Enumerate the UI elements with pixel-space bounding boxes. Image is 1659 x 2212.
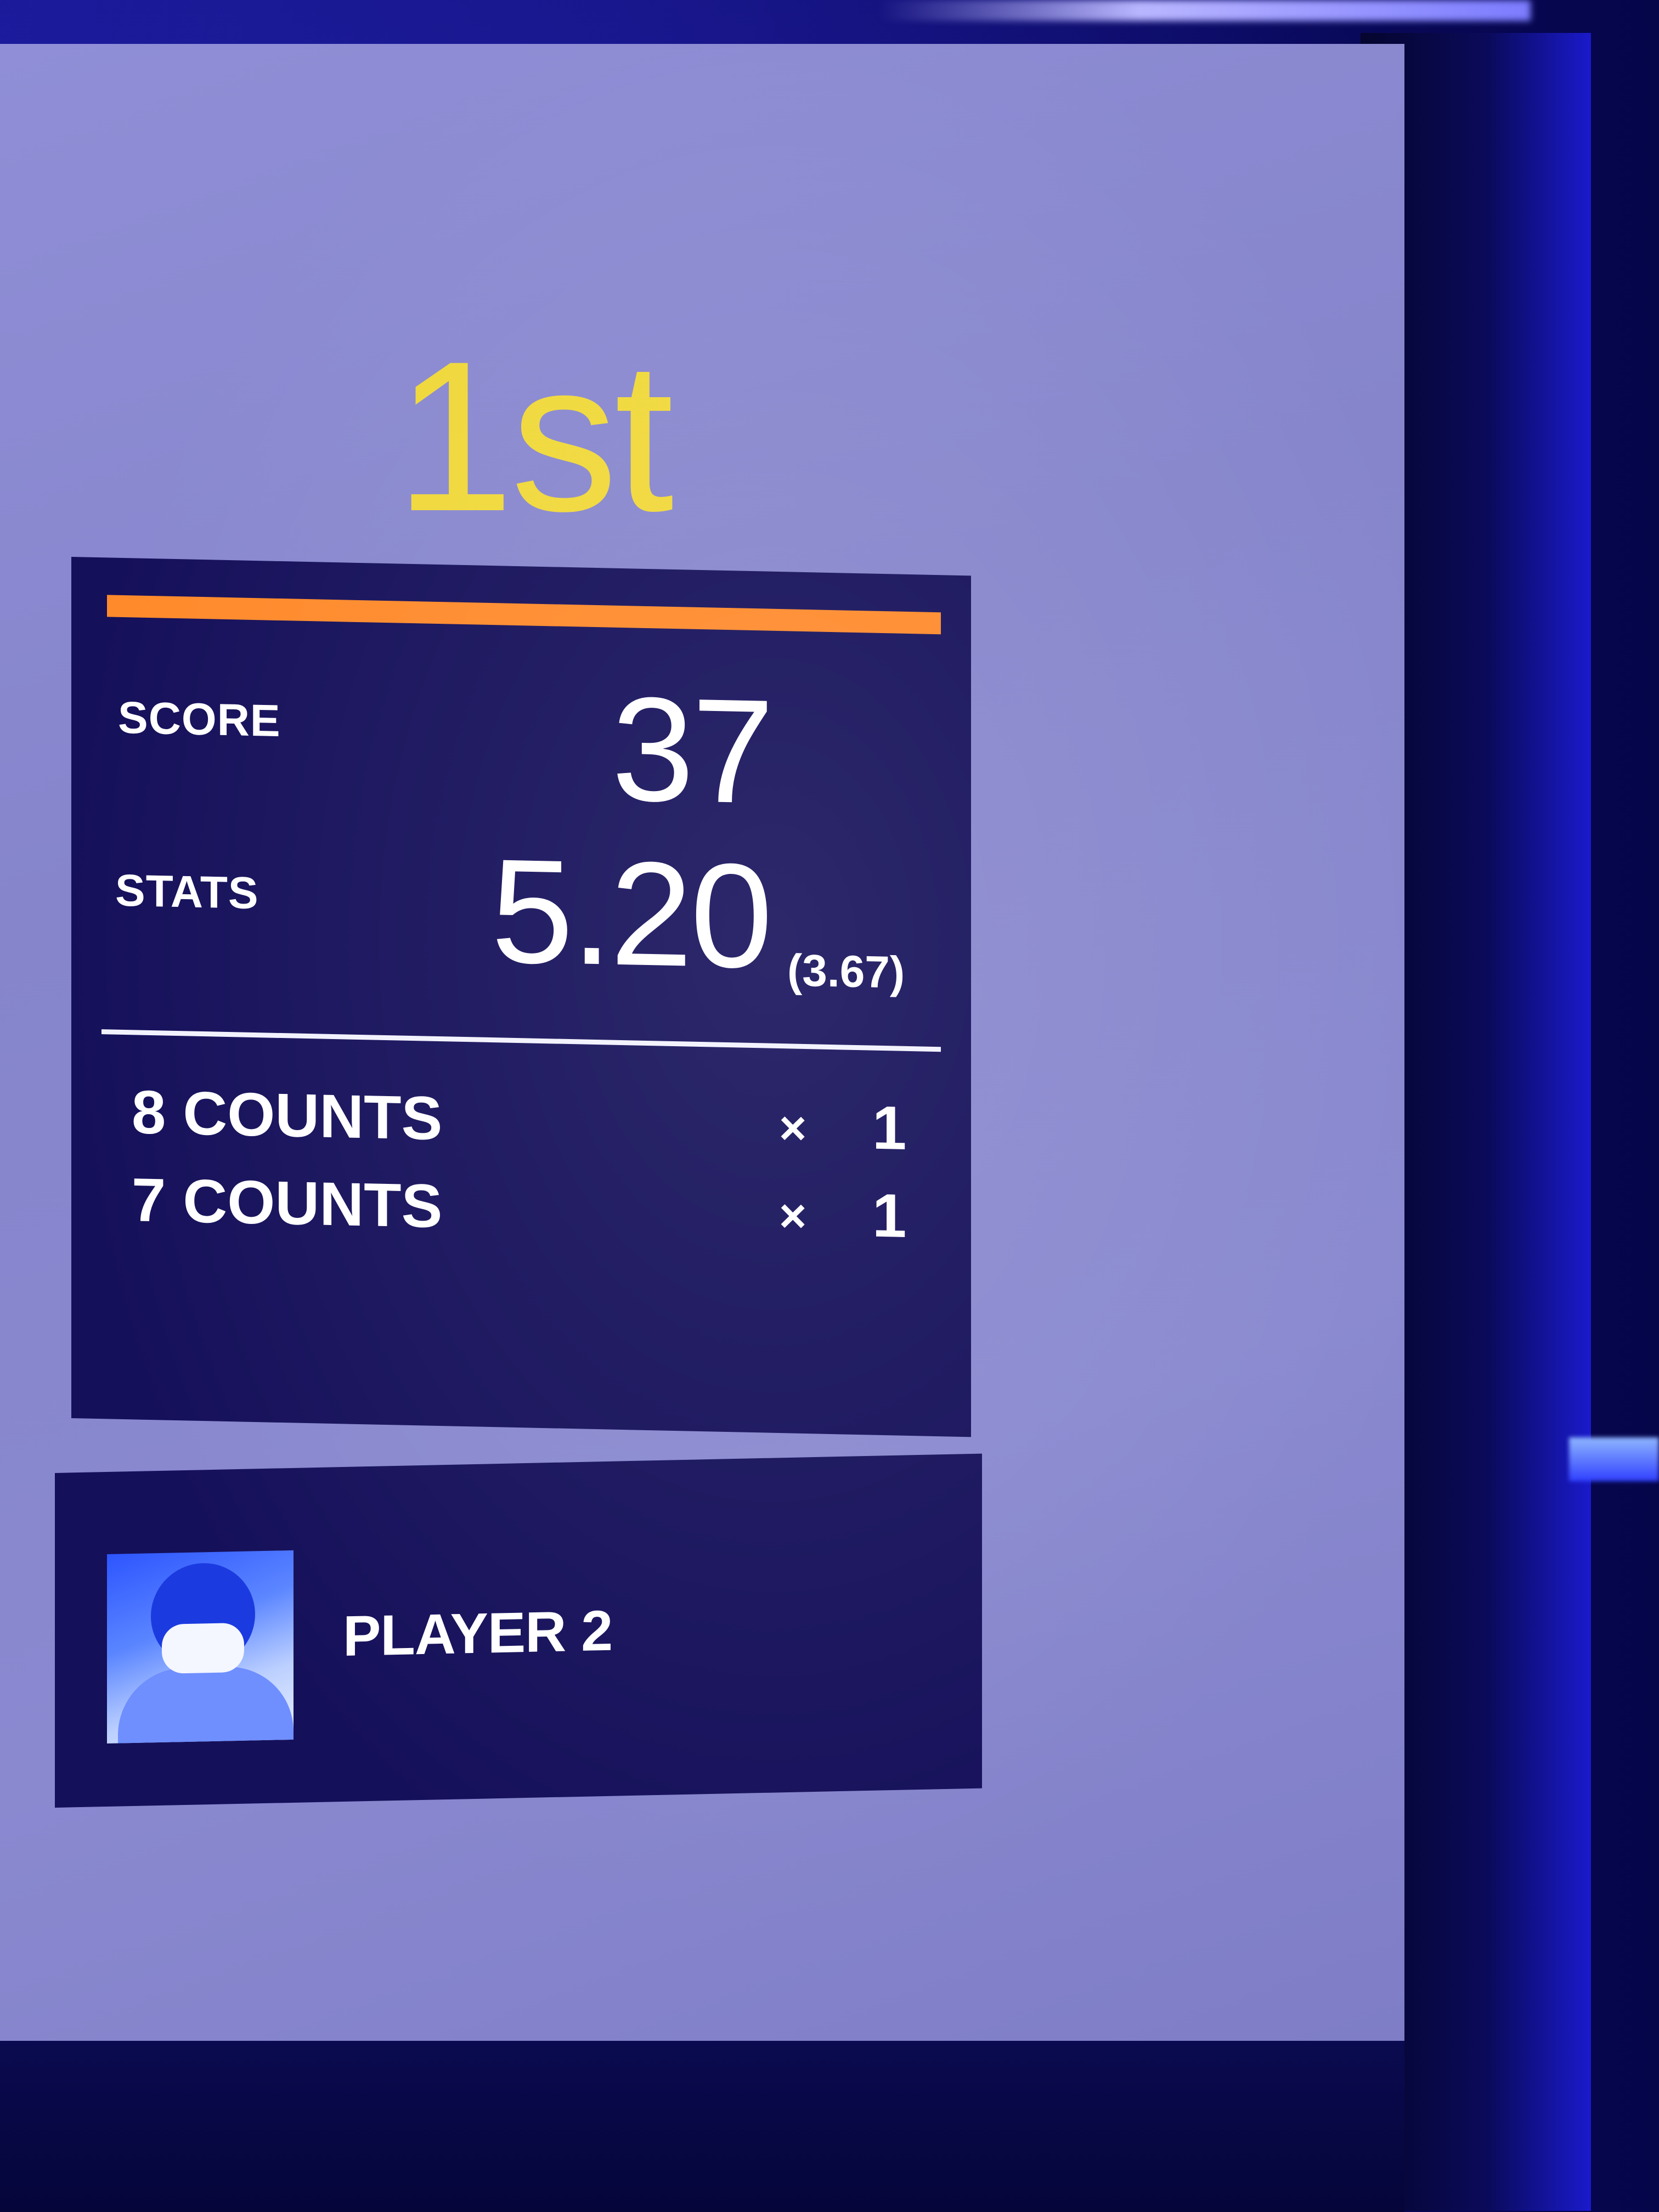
count-value: 1 [872,1181,907,1250]
score-card: SCORE 37 STATS 5.20 (3.67) 8 COUNTS × 1 … [71,557,971,1437]
stats-value: 5.20 [491,828,771,1000]
score-label: SCORE [118,692,281,746]
divider [101,1029,941,1052]
game-screen: 1st SCORE 37 STATS 5.20 (3.67) 8 COUNTS … [0,44,1404,2041]
stats-secondary-value: (3.67) [787,945,905,998]
accent-bar [107,595,941,635]
count-row: 7 COUNTS × 1 [71,1163,971,1250]
multiply-icon: × [779,1102,807,1155]
avatar-mask [162,1622,244,1674]
player-name: PLAYER 2 [343,1599,613,1669]
count-label: 8 COUNTS [132,1077,443,1153]
player-card: PLAYER 2 [55,1453,982,1808]
count-value: 1 [872,1093,907,1163]
display-frame: 1st SCORE 37 STATS 5.20 (3.67) 8 COUNTS … [0,0,1659,2212]
avatar-body [118,1665,294,1744]
stats-label: STATS [115,865,259,919]
multiply-icon: × [779,1189,807,1243]
bottom-bezel [0,2041,1404,2212]
right-glow-light [1569,1437,1659,1481]
top-glow-light [878,0,1531,21]
score-value: 37 [612,666,772,835]
rank-title: 1st [395,317,674,556]
count-label: 7 COUNTS [132,1165,443,1241]
count-row: 8 COUNTS × 1 [71,1075,971,1163]
avatar-head [151,1562,255,1669]
player-photo-icon [107,1550,294,1744]
